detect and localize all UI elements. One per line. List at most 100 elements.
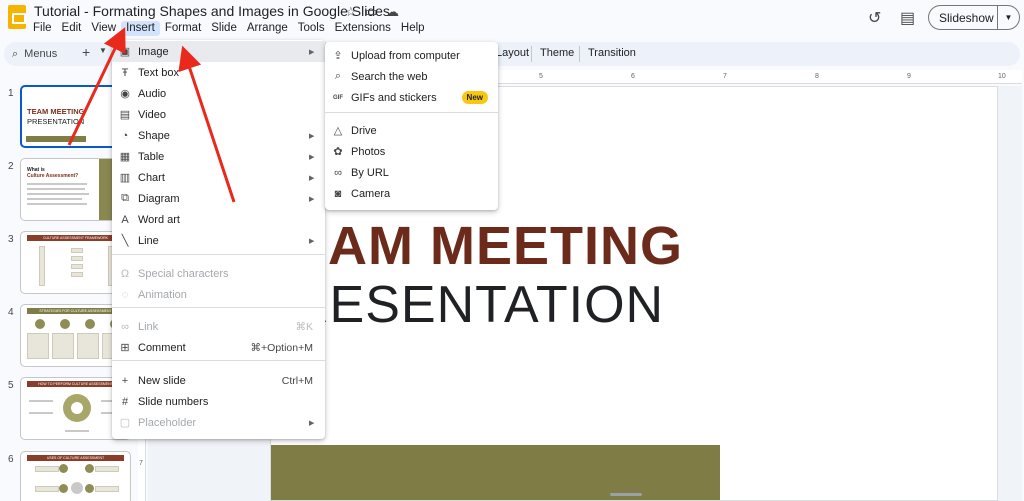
- menu-extensions[interactable]: Extensions: [330, 21, 396, 36]
- image-submenu-item-search-the-web[interactable]: ⌕ Search the web: [325, 66, 498, 87]
- version-history-icon[interactable]: ↺: [868, 8, 881, 28]
- image-submenu-item-camera[interactable]: ◙ Camera: [325, 183, 498, 204]
- slide-title-text[interactable]: EAM MEETING: [291, 215, 683, 277]
- star-icon[interactable]: ☆: [345, 4, 357, 20]
- menu-tools[interactable]: Tools: [293, 21, 330, 36]
- insert-menu-item-label: Text box: [138, 66, 179, 79]
- insert-menu-item-label: Word art: [138, 213, 180, 226]
- insert-menu-item-shape[interactable]: ◔ Shape ▶: [112, 125, 325, 146]
- insert-menu-item-slide-numbers[interactable]: # Slide numbers: [112, 391, 325, 412]
- menu-file[interactable]: File: [28, 21, 57, 36]
- thumb-circle: [85, 464, 94, 473]
- new-slide-icon[interactable]: +: [82, 44, 90, 60]
- menus-search-placeholder: Menus: [24, 48, 58, 60]
- comments-icon[interactable]: ▤: [900, 8, 915, 28]
- menu-help[interactable]: Help: [396, 21, 430, 36]
- move-folder-icon[interactable]: ▭: [365, 4, 377, 20]
- image-submenu-item-label: Search the web: [351, 70, 428, 83]
- theme-button[interactable]: Theme: [540, 47, 574, 59]
- drive-icon: △: [333, 125, 343, 137]
- insert-menu-item-label: Animation: [138, 288, 187, 301]
- insert-menu-item-text-box[interactable]: Ŧ Text box: [112, 62, 325, 83]
- submenu-arrow-icon: ▶: [309, 195, 315, 203]
- chevron-down-icon[interactable]: ▼: [99, 46, 107, 55]
- menu-divider: [325, 112, 498, 113]
- gif-icon: GIF: [333, 94, 343, 101]
- image-submenu-item-photos[interactable]: ✿ Photos: [325, 141, 498, 162]
- insert-menu-item-label: Link: [138, 320, 159, 333]
- slide-subtitle-text[interactable]: RESENTATION: [291, 275, 664, 335]
- thumb-accent-bar: [26, 136, 86, 142]
- comment-icon: ⊞: [120, 342, 130, 354]
- insert-menu-item-animation[interactable]: ◌ Animation: [112, 284, 325, 305]
- slide-number: 5: [8, 380, 14, 391]
- placeholder-icon: ▢: [119, 417, 131, 429]
- link-icon: ∞: [334, 166, 342, 179]
- document-title[interactable]: Tutorial - Formating Shapes and Images i…: [34, 3, 390, 19]
- slides-logo-icon[interactable]: [8, 5, 26, 29]
- thumb-box: [71, 272, 83, 277]
- image-submenu-item-label: Photos: [351, 145, 386, 158]
- slideshow-button[interactable]: Slideshow ▼: [928, 5, 1020, 30]
- insert-menu-item-diagram[interactable]: ⧉ Diagram ▶: [112, 188, 325, 209]
- insert-menu-item-video[interactable]: ▤ Video: [112, 104, 325, 125]
- image-submenu-item-label: Drive: [351, 124, 377, 137]
- insert-menu-item-new-slide[interactable]: + New slide Ctrl+M: [112, 370, 325, 391]
- thumb-title: TEAM MEETING: [27, 107, 85, 116]
- ruler-label: 6: [631, 73, 635, 80]
- insert-menu-item-line[interactable]: ╲ Line ▶: [112, 230, 325, 251]
- menu-format[interactable]: Format: [160, 21, 206, 36]
- insert-menu-item-image[interactable]: ▣ Image ▶: [112, 41, 325, 62]
- insert-menu-item-link[interactable]: ∞ Link ⌘K: [112, 316, 325, 337]
- image-submenu-item-by-url[interactable]: ∞ By URL: [325, 162, 498, 183]
- thumb-box: [39, 246, 45, 286]
- menus-search-box[interactable]: ⌕ Menus: [12, 45, 74, 63]
- transition-button[interactable]: Transition: [588, 47, 636, 59]
- cloud-status-icon[interactable]: ☁: [386, 4, 399, 20]
- search-icon: ⌕: [334, 70, 342, 82]
- insert-menu-item-audio[interactable]: ◉ Audio: [112, 83, 325, 104]
- image-submenu-item-label: Upload from computer: [351, 49, 460, 62]
- thumb-text-line: [27, 198, 82, 200]
- ruler-label: 7: [723, 73, 727, 80]
- chart-icon: ▥: [119, 172, 131, 184]
- insert-menu-item-label: Audio: [138, 87, 167, 100]
- menu-view[interactable]: View: [86, 21, 121, 36]
- camera-icon: ◙: [334, 187, 342, 200]
- ruler-label: 5: [539, 73, 543, 80]
- menu-edit[interactable]: Edit: [57, 21, 87, 36]
- insert-menu-item-label: Special characters: [138, 267, 229, 280]
- slide-thumbnail-6[interactable]: USES OF CULTURE ASSESSMENT: [20, 451, 131, 501]
- image-submenu-item-upload-from-computer[interactable]: ⇪ Upload from computer: [325, 45, 498, 66]
- insert-menu-item-special-characters[interactable]: Ω Special characters: [112, 263, 325, 284]
- chevron-down-icon[interactable]: ▼: [998, 13, 1019, 22]
- image-submenu-item-drive[interactable]: △ Drive: [325, 120, 498, 141]
- insert-menu-item-label: Image: [138, 45, 169, 58]
- thumb-text-line: [29, 412, 53, 414]
- menu-slide[interactable]: Slide: [206, 21, 242, 36]
- image-submenu-item-gifs-and-stickers[interactable]: GIF GIFs and stickers New: [325, 87, 498, 108]
- menu-insert[interactable]: Insert: [121, 21, 160, 36]
- photos-icon: ✿: [333, 146, 343, 158]
- insert-menu-item-placeholder[interactable]: ▢ Placeholder ▶: [112, 412, 325, 433]
- app-header: Tutorial - Formating Shapes and Images i…: [0, 0, 1024, 40]
- insert-menu-item-chart[interactable]: ▥ Chart ▶: [112, 167, 325, 188]
- thumb-circle: [59, 464, 68, 473]
- insert-menu-item-comment[interactable]: ⊞ Comment ⌘+Option+M: [112, 337, 325, 358]
- slide-number: 3: [8, 234, 14, 245]
- slide-numbers-icon: #: [121, 395, 129, 408]
- table-icon: ▦: [119, 151, 131, 163]
- search-icon: ⌕: [12, 47, 19, 60]
- thumb-circle: [59, 484, 68, 493]
- image-submenu: ⇪ Upload from computer ⌕ Search the web GIF G…: [325, 42, 498, 210]
- insert-menu-item-label: Table: [138, 150, 165, 163]
- insert-menu-item-word-art[interactable]: A Word art: [112, 209, 325, 230]
- slide-accent-bar[interactable]: [271, 445, 720, 500]
- menu-arrange[interactable]: Arrange: [242, 21, 293, 36]
- layout-button[interactable]: Layout: [496, 47, 529, 59]
- insert-menu-item-table[interactable]: ▦ Table ▶: [112, 146, 325, 167]
- resize-handle[interactable]: [610, 493, 642, 496]
- new-slide-icon: +: [121, 374, 129, 387]
- menu-divider: [112, 307, 325, 308]
- thumb-text-line: [29, 400, 53, 402]
